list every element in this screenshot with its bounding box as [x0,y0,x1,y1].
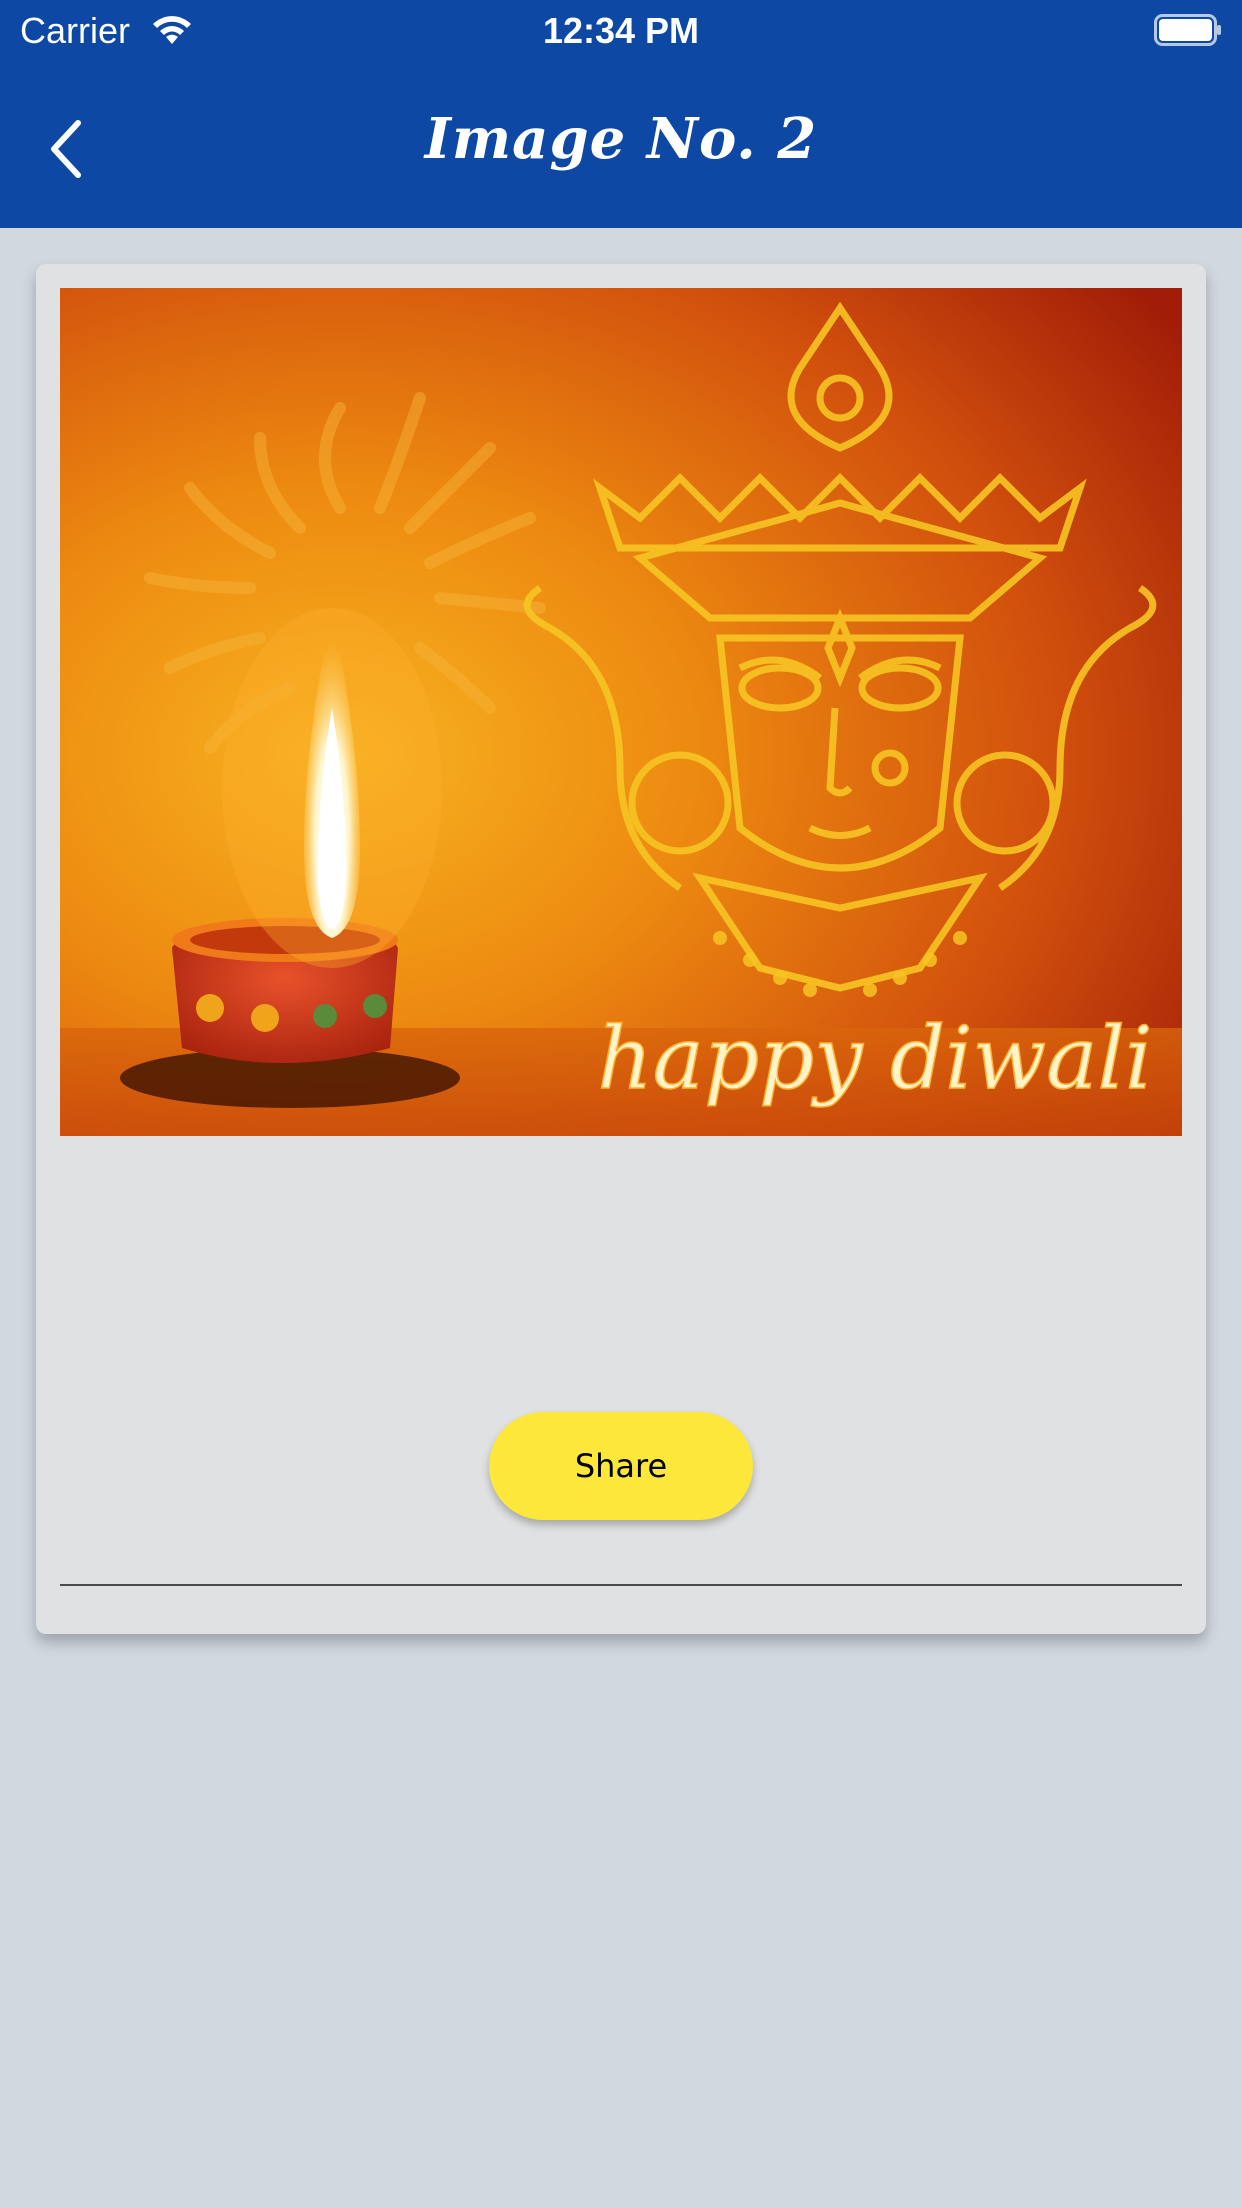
share-button[interactable]: Share [489,1412,753,1520]
status-bar: Carrier 12:34 PM [0,0,1242,62]
image-card: happy diwali Share [36,264,1206,1634]
diwali-artwork: happy diwali [60,288,1182,1136]
page-title: Image No. 2 [424,106,818,172]
navigation-bar: Image No. 2 [0,62,1242,228]
status-time: 12:34 PM [542,10,700,51]
battery-icon [1154,14,1221,46]
image-caption: happy diwali [597,1009,1152,1109]
top-bar: Carrier 12:34 PM Image No. 2 [0,0,1242,228]
diwali-image: happy diwali [60,288,1182,1136]
divider [60,1584,1182,1586]
